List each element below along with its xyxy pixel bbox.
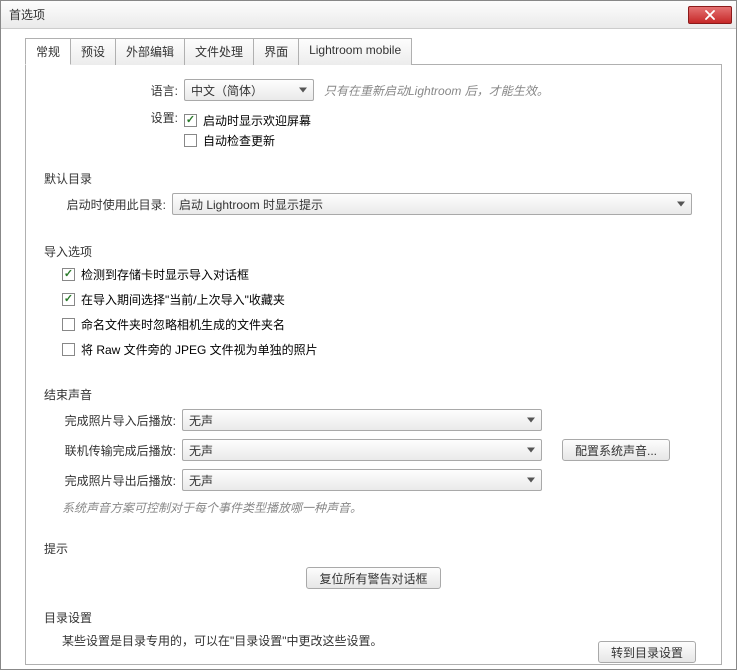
close-icon bbox=[705, 10, 715, 20]
tab-presets[interactable]: 预设 bbox=[70, 38, 116, 65]
sound-import-label: 完成照片导入后播放: bbox=[62, 412, 182, 429]
section-catalog-settings-title: 目录设置 bbox=[44, 609, 703, 626]
sounds-note: 系统声音方案可控制对于每个事件类型播放哪一种声音。 bbox=[62, 499, 703, 516]
checkbox-treat-jpeg-separate-label: 将 Raw 文件旁的 JPEG 文件视为单独的照片 bbox=[81, 341, 318, 358]
language-select[interactable]: 中文（简体） bbox=[184, 79, 314, 101]
section-sounds-title: 结束声音 bbox=[44, 386, 703, 403]
checkbox-ignore-camera-folder-label: 命名文件夹时忽略相机生成的文件夹名 bbox=[81, 316, 285, 333]
default-catalog-label: 启动时使用此目录: bbox=[62, 196, 172, 213]
language-hint: 只有在重新启动Lightroom 后，才能生效。 bbox=[324, 82, 549, 99]
sound-import-select[interactable]: 无声 bbox=[182, 409, 542, 431]
checkbox-ignore-camera-folder[interactable] bbox=[62, 318, 75, 331]
checkbox-show-splash-label: 启动时显示欢迎屏幕 bbox=[203, 112, 311, 129]
sound-import-value: 无声 bbox=[189, 412, 213, 429]
default-catalog-select[interactable]: 启动 Lightroom 时显示提示 bbox=[172, 193, 692, 215]
reset-warnings-button[interactable]: 复位所有警告对话框 bbox=[306, 567, 440, 589]
tab-interface[interactable]: 界面 bbox=[253, 38, 299, 65]
tab-file-handling[interactable]: 文件处理 bbox=[184, 38, 254, 65]
tab-panel-general: 语言: 中文（简体） 只有在重新启动Lightroom 后，才能生效。 设置: … bbox=[25, 65, 722, 665]
language-select-value: 中文（简体） bbox=[191, 82, 263, 99]
tabstrip: 常规 预设 外部编辑 文件处理 界面 Lightroom mobile bbox=[25, 37, 722, 65]
checkbox-detect-card[interactable] bbox=[62, 268, 75, 281]
sound-export-select[interactable]: 无声 bbox=[182, 469, 542, 491]
goto-catalog-settings-button[interactable]: 转到目录设置 bbox=[598, 641, 696, 663]
checkbox-show-splash[interactable] bbox=[184, 114, 197, 127]
sound-tether-label: 联机传输完成后播放: bbox=[62, 442, 182, 459]
tab-lightroom-mobile[interactable]: Lightroom mobile bbox=[298, 38, 412, 65]
checkbox-treat-jpeg-separate[interactable] bbox=[62, 343, 75, 356]
titlebar: 首选项 bbox=[1, 1, 736, 29]
sound-tether-value: 无声 bbox=[189, 442, 213, 459]
section-default-catalog-title: 默认目录 bbox=[44, 170, 703, 187]
section-prompts-title: 提示 bbox=[44, 540, 703, 557]
sound-tether-select[interactable]: 无声 bbox=[182, 439, 542, 461]
default-catalog-value: 启动 Lightroom 时显示提示 bbox=[179, 196, 323, 213]
sound-export-label: 完成照片导出后播放: bbox=[62, 472, 182, 489]
settings-label: 设置: bbox=[44, 109, 184, 126]
tab-external-editing[interactable]: 外部编辑 bbox=[115, 38, 185, 65]
checkbox-auto-update-label: 自动检查更新 bbox=[203, 132, 275, 149]
checkbox-select-collection-label: 在导入期间选择"当前/上次导入"收藏夹 bbox=[81, 291, 285, 308]
checkbox-select-collection[interactable] bbox=[62, 293, 75, 306]
checkbox-auto-update[interactable] bbox=[184, 134, 197, 147]
window-title: 首选项 bbox=[9, 6, 45, 23]
sound-export-value: 无声 bbox=[189, 472, 213, 489]
section-import-options-title: 导入选项 bbox=[44, 243, 703, 260]
tab-general[interactable]: 常规 bbox=[25, 38, 71, 65]
catalog-settings-note: 某些设置是目录专用的，可以在"目录设置"中更改这些设置。 bbox=[62, 632, 383, 649]
configure-system-sounds-button[interactable]: 配置系统声音... bbox=[562, 439, 670, 461]
checkbox-detect-card-label: 检测到存储卡时显示导入对话框 bbox=[81, 266, 249, 283]
close-button[interactable] bbox=[688, 6, 732, 24]
language-label: 语言: bbox=[44, 82, 184, 99]
